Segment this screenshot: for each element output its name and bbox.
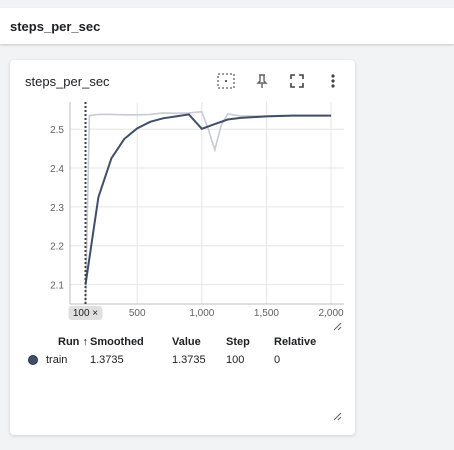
y-tick-label: 2.3: [50, 203, 64, 214]
header-bar: steps_per_sec: [0, 8, 454, 44]
x-tick-label: 1,000: [189, 308, 214, 319]
more-vert-icon: [331, 74, 335, 88]
x-tick-label: 500: [129, 308, 146, 319]
chart-resize-handle[interactable]: [332, 321, 342, 331]
fit-domain-icon: [217, 73, 235, 89]
header-run[interactable]: Run ↑: [58, 336, 88, 348]
fit-domain-button[interactable]: [215, 70, 237, 92]
more-menu-button[interactable]: [322, 70, 344, 92]
x-tick-label: 1,500: [254, 308, 279, 319]
relative-value: 0: [274, 354, 281, 366]
y-tick-label: 2.5: [50, 125, 64, 136]
header-step: Step: [226, 336, 250, 348]
line-chart[interactable]: 2.1 2.2 2.3 2.4 2.5 500 1,000 1,500 2,000 100 ×: [10, 100, 355, 330]
card-title: steps_per_sec: [25, 74, 110, 89]
header-smoothed: Smoothed: [90, 336, 144, 348]
run-color-swatch: [28, 355, 38, 365]
smoothed-value: 1.3735: [90, 354, 124, 366]
header-relative: Relative: [274, 336, 317, 348]
raw-value: 1.3735: [172, 354, 206, 366]
header-value: Value: [172, 336, 201, 348]
card-resize-handle[interactable]: [332, 411, 342, 421]
fullscreen-button[interactable]: [286, 70, 308, 92]
step-cursor-label: 100 ×: [73, 308, 98, 319]
y-tick-label: 2.4: [50, 164, 64, 175]
step-value: 100: [226, 354, 245, 366]
pin-button[interactable]: [251, 70, 273, 92]
pin-icon: [256, 74, 268, 88]
x-tick-label: 2,000: [319, 308, 344, 319]
y-tick-label: 2.2: [50, 242, 64, 253]
series-line-smoothed: [84, 113, 332, 285]
fullscreen-icon: [290, 74, 304, 88]
page-title: steps_per_sec: [10, 19, 101, 34]
scalar-card: steps_per_sec 2.1 2.2 2.3 2.4 2.5 500 1,000 1,5…: [10, 60, 355, 435]
y-tick-label: 2.1: [50, 281, 64, 292]
run-name: train: [46, 354, 68, 366]
